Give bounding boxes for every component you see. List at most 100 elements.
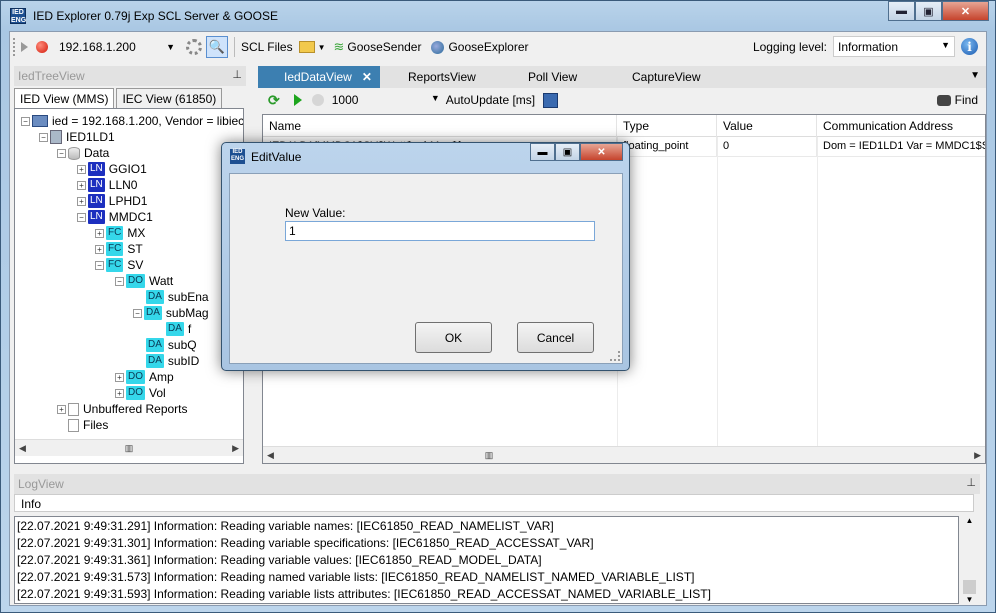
- tab-poll-view[interactable]: Poll View: [520, 66, 585, 88]
- expand-icon[interactable]: +: [115, 372, 124, 382]
- tree-node-sv[interactable]: − FC SV: [95, 257, 143, 273]
- tab-ied-view[interactable]: IED View (MMS): [14, 88, 115, 109]
- tab-reports-view[interactable]: ReportsView: [400, 66, 484, 88]
- tree-node-ied[interactable]: − ied = 192.168.1.200, Vendor = libiec618: [21, 113, 243, 129]
- stop-icon[interactable]: [36, 41, 48, 53]
- tree-node-submag[interactable]: − DA subMag: [133, 305, 209, 321]
- dialog-maximize-button[interactable]: ▣: [555, 143, 580, 161]
- column-value[interactable]: Value: [717, 115, 817, 137]
- collapse-icon[interactable]: −: [39, 132, 48, 142]
- search-icon[interactable]: 🔍: [206, 36, 228, 58]
- column-address[interactable]: Communication Address: [817, 115, 985, 137]
- expand-icon[interactable]: +: [95, 228, 104, 238]
- tab-menu-icon[interactable]: ▼: [970, 70, 980, 81]
- tree-node-subq[interactable]: DA subQ: [146, 337, 197, 353]
- close-tab-icon[interactable]: ✕: [362, 70, 372, 84]
- scroll-right-icon[interactable]: ▶: [232, 443, 239, 454]
- folder-icon[interactable]: [298, 41, 315, 53]
- collapse-icon[interactable]: −: [115, 276, 124, 286]
- play-icon[interactable]: [293, 94, 302, 106]
- collapse-icon[interactable]: −: [77, 212, 86, 222]
- goose-sender-button[interactable]: GooseSender: [347, 36, 421, 58]
- gear-icon[interactable]: [186, 39, 202, 55]
- tree-node-lln0[interactable]: + LN LLN0: [77, 177, 137, 193]
- tree-node-subid[interactable]: DA subID: [146, 353, 199, 369]
- log-list[interactable]: [22.07.2021 9:49:31.291] Information: Re…: [14, 516, 959, 604]
- tree-node-ld[interactable]: − IED1LD1: [39, 129, 115, 145]
- cell-value[interactable]: 0: [717, 137, 817, 157]
- stop-icon[interactable]: [311, 94, 324, 106]
- tree-node-label: MX: [127, 226, 146, 240]
- scroll-thumb-grip[interactable]: ▥: [485, 450, 494, 461]
- interval-combo[interactable]: 1000 ▼: [332, 93, 440, 107]
- grid-horizontal-scrollbar[interactable]: ◀ ▥ ▶: [263, 446, 985, 463]
- expand-icon[interactable]: +: [77, 180, 86, 190]
- tree-node-subena[interactable]: DA subEna: [146, 289, 209, 305]
- scroll-up-icon[interactable]: ▲: [961, 516, 978, 525]
- ok-button[interactable]: OK: [415, 322, 492, 353]
- tree-node-unbuffered-reports[interactable]: + Unbuffered Reports: [57, 401, 188, 417]
- find-button[interactable]: Find: [936, 93, 978, 107]
- cancel-button[interactable]: Cancel: [517, 322, 594, 353]
- save-icon[interactable]: [543, 92, 559, 108]
- log-panel: LogView ⊥ Info [22.07.2021 9:49:31.291] …: [10, 472, 986, 606]
- scroll-right-icon[interactable]: ▶: [974, 450, 981, 461]
- log-column-header[interactable]: Info: [14, 494, 974, 512]
- scroll-left-icon[interactable]: ◀: [267, 450, 274, 461]
- log-vertical-scrollbar[interactable]: ▲ ▼: [961, 516, 978, 604]
- close-button[interactable]: ✕: [942, 1, 989, 21]
- expand-icon[interactable]: +: [115, 388, 124, 398]
- column-type[interactable]: Type: [617, 115, 717, 137]
- scroll-left-icon[interactable]: ◀: [19, 443, 26, 454]
- toolbar-grip[interactable]: [13, 38, 17, 56]
- scroll-thumb[interactable]: [963, 580, 976, 594]
- logging-level-select[interactable]: Information ▼: [833, 36, 955, 57]
- refresh-icon[interactable]: ⟳: [268, 92, 280, 109]
- cell-address[interactable]: Dom = IED1LD1 Var = MMDC1$SV$Watt: [817, 137, 985, 157]
- tree-node-amp[interactable]: + DO Amp: [115, 369, 174, 385]
- ip-address-combo[interactable]: 192.168.1.200 ▼: [54, 37, 180, 57]
- cell-type[interactable]: floating_point: [617, 137, 717, 157]
- tree-node-data[interactable]: − Data: [57, 145, 109, 161]
- tree-node-ggio1[interactable]: + LN GGIO1: [77, 161, 147, 177]
- dialog-minimize-button[interactable]: ▬: [530, 143, 555, 161]
- title-bar[interactable]: IED ENG IED Explorer 0.79j Exp SCL Server…: [1, 1, 995, 31]
- tree-node-mx[interactable]: + FC MX: [95, 225, 145, 241]
- tab-capture-view[interactable]: CaptureView: [624, 66, 708, 88]
- scroll-thumb-grip[interactable]: ▥: [125, 443, 134, 454]
- autoupdate-label[interactable]: AutoUpdate [ms]: [446, 93, 535, 107]
- expand-icon[interactable]: +: [77, 196, 86, 206]
- tree-node-mmdc1[interactable]: − LN MMDC1: [77, 209, 153, 225]
- tree-node-lphd1[interactable]: + LN LPHD1: [77, 193, 147, 209]
- tree-node-f[interactable]: DA f: [166, 321, 191, 337]
- expand-icon[interactable]: +: [77, 164, 86, 174]
- tree-node-st[interactable]: + FC ST: [95, 241, 143, 257]
- tree-horizontal-scrollbar[interactable]: ◀ ▥ ▶: [15, 439, 243, 456]
- collapse-icon[interactable]: −: [133, 308, 142, 318]
- new-value-input[interactable]: [285, 221, 595, 241]
- scroll-down-icon[interactable]: ▼: [961, 595, 978, 604]
- dialog-close-button[interactable]: ✕: [580, 143, 623, 161]
- tab-iec-view[interactable]: IEC View (61850): [116, 88, 223, 108]
- column-name[interactable]: Name: [263, 115, 617, 137]
- pin-icon[interactable]: ⊥: [232, 68, 242, 81]
- pin-icon[interactable]: ⊥: [966, 476, 976, 489]
- collapse-icon[interactable]: −: [21, 116, 30, 126]
- chevron-down-icon[interactable]: ▼: [318, 43, 326, 52]
- play-icon[interactable]: [21, 42, 28, 52]
- resize-grip[interactable]: [610, 351, 620, 361]
- tree-node-files[interactable]: Files: [57, 417, 108, 433]
- expand-icon[interactable]: +: [95, 244, 104, 254]
- tree-node-vol[interactable]: + DO Vol: [115, 385, 166, 401]
- minimize-button[interactable]: ▬: [888, 1, 915, 21]
- log-line: [22.07.2021 9:49:31.301] Information: Re…: [17, 536, 594, 550]
- tab-ied-data-view[interactable]: IedDataView ✕: [258, 66, 380, 88]
- info-icon[interactable]: i: [961, 38, 978, 55]
- collapse-icon[interactable]: −: [57, 148, 66, 158]
- maximize-button[interactable]: ▣: [915, 1, 942, 21]
- expand-icon[interactable]: +: [57, 404, 66, 414]
- goose-explorer-button[interactable]: GooseExplorer: [448, 36, 528, 58]
- collapse-icon[interactable]: −: [95, 260, 104, 270]
- tree-node-watt[interactable]: − DO Watt: [115, 273, 173, 289]
- log-line: [22.07.2021 9:49:31.573] Information: Re…: [17, 570, 695, 584]
